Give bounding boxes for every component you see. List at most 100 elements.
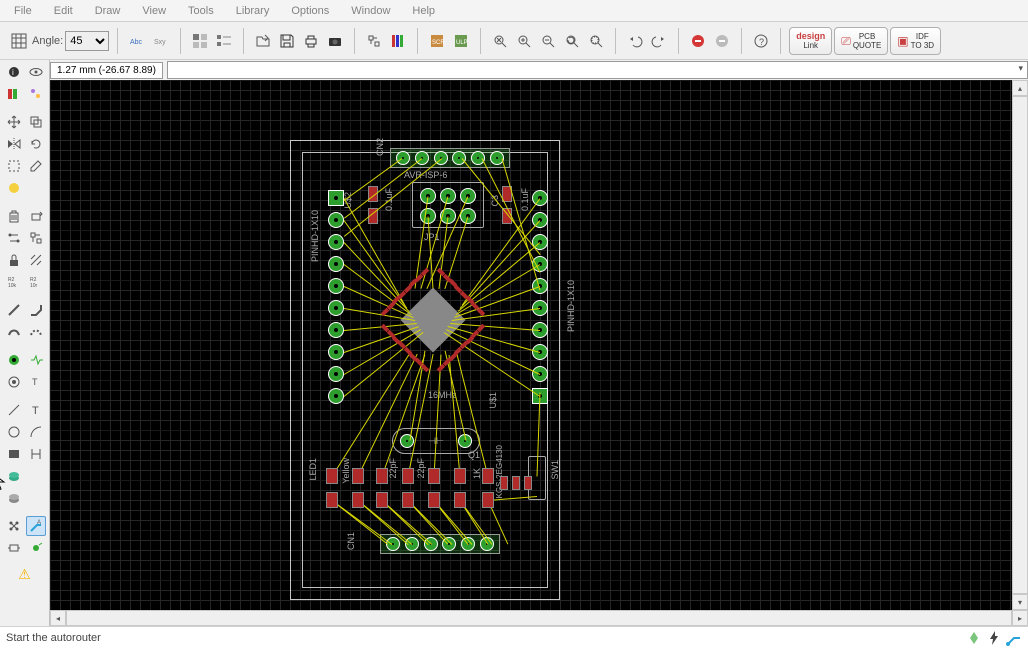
pinswap-tool[interactable]: [4, 228, 24, 248]
idf3d-button[interactable]: ▣IDFTO 3D: [890, 27, 941, 55]
pcb-canvas[interactable]: CN2 AVR-ISP-6 JP1 PINHD-1X10 PINHD-1X10 …: [50, 80, 1028, 626]
scroll-right-button[interactable]: ▸: [1012, 610, 1028, 626]
r2-10r-tool[interactable]: R210r: [26, 272, 46, 292]
meander-tool[interactable]: [4, 516, 24, 536]
pad-right-5: [532, 300, 548, 316]
scroll-left-button[interactable]: ◂: [50, 610, 66, 626]
sxy-button[interactable]: Sxy: [150, 30, 172, 52]
pad-left-3: [328, 256, 344, 272]
zoom-in-button[interactable]: [513, 30, 535, 52]
help-button[interactable]: ?: [750, 30, 772, 52]
menu-view[interactable]: View: [132, 2, 176, 20]
drc-tool[interactable]: [4, 488, 24, 508]
pad-right-1: [532, 212, 548, 228]
ulp-button[interactable]: ULP: [450, 30, 472, 52]
layer-dropdown[interactable]: [167, 61, 1028, 79]
pcb-board: CN2 AVR-ISP-6 JP1 PINHD-1X10 PINHD-1X10 …: [290, 140, 560, 600]
move-tool[interactable]: [4, 112, 24, 132]
r2-10k-tool[interactable]: R210k: [4, 272, 24, 292]
grid-button[interactable]: [8, 30, 30, 52]
ripup-tool[interactable]: [26, 322, 46, 342]
menu-file[interactable]: File: [4, 2, 42, 20]
pad-left-9: [328, 388, 344, 404]
vertical-scrollbar[interactable]: ▴ ▾: [1012, 80, 1028, 610]
stop-button[interactable]: [687, 30, 709, 52]
menu-window[interactable]: Window: [341, 2, 400, 20]
menu-options[interactable]: Options: [281, 2, 339, 20]
group-tool[interactable]: [4, 156, 24, 176]
zoom-out-button[interactable]: [537, 30, 559, 52]
rect-tool[interactable]: [4, 444, 24, 464]
svg-text:SCR: SCR: [432, 40, 445, 46]
mark-tool[interactable]: [26, 84, 46, 104]
angle-select[interactable]: 45: [65, 31, 109, 51]
layout-list-button[interactable]: [213, 30, 235, 52]
open-button[interactable]: [252, 30, 274, 52]
print-button[interactable]: [300, 30, 322, 52]
pcbquote-button[interactable]: ⎚PCBQUOTE: [834, 27, 888, 55]
show-tool[interactable]: [26, 62, 46, 82]
pad-left-1: [328, 212, 344, 228]
save-button[interactable]: [276, 30, 298, 52]
replace-tool[interactable]: [26, 228, 46, 248]
smash-tool[interactable]: [26, 250, 46, 270]
redo-button[interactable]: [648, 30, 670, 52]
layers-button[interactable]: [387, 30, 409, 52]
schematic-switch-button[interactable]: [363, 30, 385, 52]
rotate-tool[interactable]: [26, 134, 46, 154]
designlink-button[interactable]: designLink: [789, 27, 832, 55]
paste-tool[interactable]: [4, 178, 24, 198]
smd-c3-b: [502, 208, 512, 224]
zoom-select-button[interactable]: [585, 30, 607, 52]
display-tool[interactable]: [4, 84, 24, 104]
abc-button[interactable]: Abc: [126, 30, 148, 52]
delete-tool[interactable]: [4, 206, 24, 226]
route-tool[interactable]: [4, 322, 24, 342]
zoom-redraw-button[interactable]: [561, 30, 583, 52]
undo-button[interactable]: [624, 30, 646, 52]
copy-tool[interactable]: [26, 112, 46, 132]
text-tool[interactable]: T: [26, 400, 46, 420]
mirror-tool[interactable]: [4, 134, 24, 154]
dimension-tool[interactable]: [26, 444, 46, 464]
attribute-tool[interactable]: T: [26, 372, 46, 392]
pad-right-3: [532, 256, 548, 272]
status-bolt-icon: [986, 630, 1002, 646]
signal-tool[interactable]: [26, 350, 46, 370]
svg-text:10k: 10k: [8, 283, 17, 289]
add-tool[interactable]: [26, 206, 46, 226]
change-tool[interactable]: [26, 156, 46, 176]
erc-tool[interactable]: [4, 538, 24, 558]
zoom-fit-button[interactable]: [489, 30, 511, 52]
cam-button[interactable]: [324, 30, 346, 52]
autoroute-tool[interactable]: A: [26, 516, 46, 536]
pad-right-8: [532, 366, 548, 382]
errors-tool[interactable]: [26, 538, 46, 558]
smd-c3-a: [502, 186, 512, 202]
menu-help[interactable]: Help: [402, 2, 445, 20]
layout-tiles-button[interactable]: [189, 30, 211, 52]
pad-right-0: [532, 190, 548, 206]
horizontal-scrollbar[interactable]: ◂ ▸: [50, 610, 1028, 626]
polygon-tool[interactable]: [4, 400, 24, 420]
menu-draw[interactable]: Draw: [85, 2, 131, 20]
wire-tool[interactable]: [4, 300, 24, 320]
ratsnest-tool[interactable]: [4, 466, 24, 486]
circle-tool[interactable]: [4, 422, 24, 442]
pad-right-6: [532, 322, 548, 338]
scroll-down-button[interactable]: ▾: [1012, 594, 1028, 610]
via-tool[interactable]: [4, 350, 24, 370]
hole-tool[interactable]: [4, 372, 24, 392]
lock-tool[interactable]: [4, 250, 24, 270]
menu-tools[interactable]: Tools: [178, 2, 224, 20]
menu-edit[interactable]: Edit: [44, 2, 83, 20]
arc-tool[interactable]: [26, 422, 46, 442]
menu-library[interactable]: Library: [226, 2, 280, 20]
go-button[interactable]: [711, 30, 733, 52]
header-cn2: [390, 148, 510, 168]
info-tool[interactable]: i: [4, 62, 24, 82]
script-button[interactable]: SCR: [426, 30, 448, 52]
smd-bottom-3: [402, 468, 414, 484]
scroll-up-button[interactable]: ▴: [1012, 80, 1028, 96]
miter-tool[interactable]: [26, 300, 46, 320]
